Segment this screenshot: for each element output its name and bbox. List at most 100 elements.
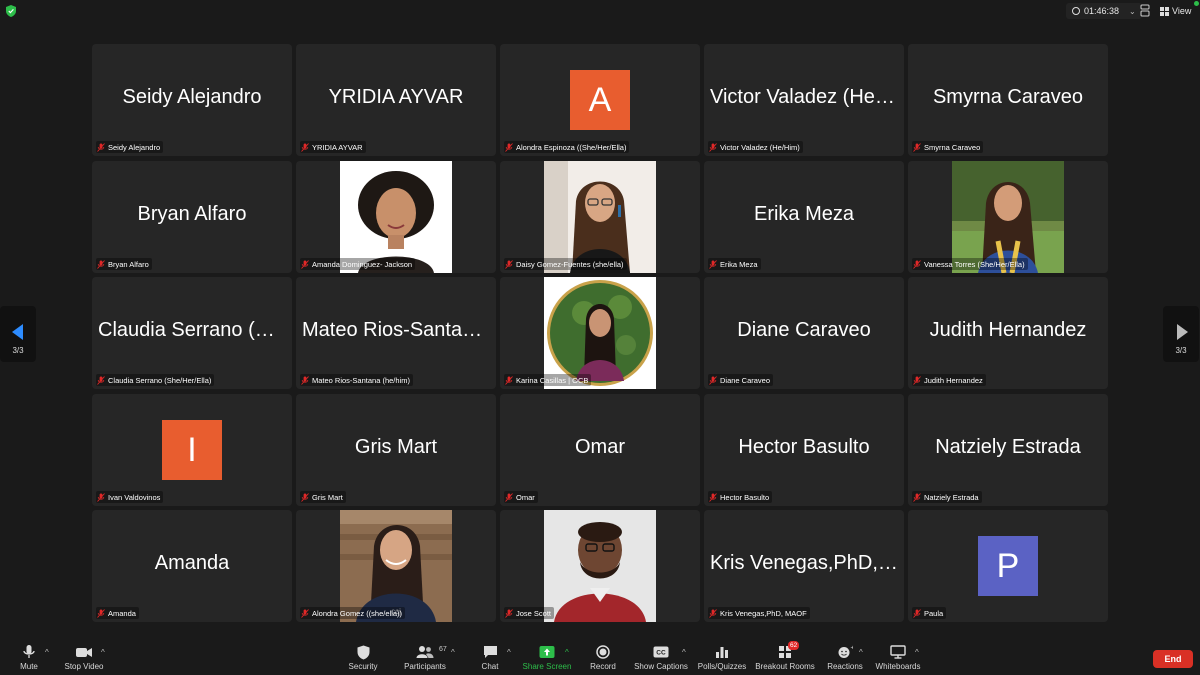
- muted-microphone-icon: [709, 492, 717, 502]
- participant-name-label: Vanessa Torres (She/Her/Ella): [912, 258, 1028, 270]
- participant-display-name: Seidy Alejandro: [122, 86, 262, 108]
- record-button[interactable]: Record: [588, 644, 618, 674]
- video-options-caret-icon[interactable]: ^: [101, 648, 105, 657]
- participant-name-label: Hector Basulto: [708, 491, 773, 503]
- woman-graduation-photo: [952, 161, 1064, 273]
- participant-tile[interactable]: Amanda Dominguez- Jackson: [296, 161, 496, 273]
- encryption-shield-icon[interactable]: [6, 5, 16, 17]
- mute-button[interactable]: Mute: [14, 644, 44, 674]
- participant-tile[interactable]: Kris Venegas,PhD, MAOF Kris Venegas,PhD, …: [704, 510, 904, 622]
- participant-display-name: Hector Basulto: [738, 436, 870, 458]
- whiteboards-caret-icon[interactable]: ^: [915, 648, 919, 657]
- previous-page-button[interactable]: 3/3: [0, 306, 36, 362]
- participant-tile[interactable]: A Alondra Espinoza ((She/Her/Ella): [500, 44, 700, 156]
- share-options-caret-icon[interactable]: ^: [565, 648, 569, 657]
- breakout-rooms-label: Breakout Rooms: [755, 662, 815, 671]
- participant-tile[interactable]: Claudia Serrano (She/Her/Ella) Claudia Se…: [92, 277, 292, 389]
- man-red-sweater-photo: [544, 510, 656, 622]
- polls-label: Polls/Quizzes: [697, 662, 747, 671]
- participant-tile[interactable]: Bryan Alfaro Bryan Alfaro: [92, 161, 292, 273]
- participant-display-name: Victor Valadez (He/Him): [710, 86, 898, 108]
- participant-name-text: Victor Valadez (He/Him): [720, 142, 800, 152]
- emoji-plus-icon: +: [835, 644, 855, 660]
- participant-name-text: Amanda: [108, 608, 136, 618]
- avatar-initial: P: [978, 536, 1038, 596]
- participant-name-label: Victor Valadez (He/Him): [708, 141, 803, 153]
- participant-tile[interactable]: Natziely Estrada Natziely Estrada: [908, 394, 1108, 506]
- participant-tile[interactable]: Seidy Alejandro Seidy Alejandro: [92, 44, 292, 156]
- chat-button[interactable]: Chat: [478, 644, 502, 674]
- microphone-icon: [19, 644, 39, 660]
- muted-microphone-icon: [301, 259, 309, 269]
- breakout-rooms-button[interactable]: 62 Breakout Rooms: [755, 641, 815, 674]
- next-page-button[interactable]: 3/3: [1163, 306, 1199, 362]
- participant-display-name: YRIDIA AYVAR: [328, 86, 464, 108]
- participant-tile[interactable]: Daisy Gomez-Fuentes (she/ella): [500, 161, 700, 273]
- participant-tile[interactable]: Victor Valadez (He/Him) Victor Valadez (H…: [704, 44, 904, 156]
- share-screen-label: Share Screen: [522, 662, 572, 671]
- participants-caret-icon[interactable]: ^: [451, 648, 455, 657]
- muted-microphone-icon: [709, 259, 717, 269]
- muted-microphone-icon: [97, 608, 105, 618]
- participant-tile[interactable]: Gris Mart Gris Mart: [296, 394, 496, 506]
- participant-tile[interactable]: Jose Scott: [500, 510, 700, 622]
- security-button[interactable]: Security: [346, 644, 380, 674]
- audio-options-caret-icon[interactable]: ^: [45, 648, 49, 657]
- participant-tile[interactable]: Diane Caraveo Diane Caraveo: [704, 277, 904, 389]
- arrow-right-icon: [1177, 324, 1188, 340]
- participant-tile[interactable]: P Paula: [908, 510, 1108, 622]
- participant-name-text: Gris Mart: [312, 492, 343, 502]
- participants-count: 67: [439, 646, 447, 653]
- muted-microphone-icon: [709, 375, 717, 385]
- participant-name-label: Jose Scott: [504, 607, 555, 619]
- participant-tile[interactable]: Mateo Rios-Santana (he/him) Mateo Rios-Sa…: [296, 277, 496, 389]
- participant-tile[interactable]: Smyrna Caraveo Smyrna Caraveo: [908, 44, 1108, 156]
- chat-caret-icon[interactable]: ^: [507, 648, 511, 657]
- participants-button[interactable]: 67 Participants: [402, 644, 448, 674]
- svg-text:+: +: [851, 646, 854, 652]
- participant-name-text: Diane Caraveo: [720, 375, 771, 385]
- participant-tile[interactable]: YRIDIA AYVAR YRIDIA AYVAR: [296, 44, 496, 156]
- end-meeting-button[interactable]: End: [1153, 650, 1193, 668]
- participant-tile[interactable]: ccj Alondra Gomez ((she/ella)): [296, 510, 496, 622]
- speaker-view-icon[interactable]: [1140, 4, 1150, 17]
- participant-tile[interactable]: Erika Meza Erika Meza: [704, 161, 904, 273]
- participant-name-text: Natziely Estrada: [924, 492, 979, 502]
- page-indicator-right: 3/3: [1175, 346, 1187, 355]
- muted-microphone-icon: [301, 375, 309, 385]
- participant-tile[interactable]: Judith Hernandez Judith Hernandez: [908, 277, 1108, 389]
- participant-name-text: Karina Casillas | OCB: [516, 375, 589, 385]
- polls-button[interactable]: Polls/Quizzes: [698, 644, 746, 674]
- participant-name-text: Daisy Gomez-Fuentes (she/ella): [516, 259, 624, 269]
- participant-tile[interactable]: Amanda Amanda: [92, 510, 292, 622]
- participant-name-label: Kris Venegas,PhD, MAOF: [708, 607, 810, 619]
- participant-name-text: Paula: [924, 608, 944, 618]
- participant-tile[interactable]: Omar Omar: [500, 394, 700, 506]
- chevron-down-icon: ⌄: [1129, 6, 1136, 16]
- meeting-timer[interactable]: 01:46:38 ⌄: [1066, 3, 1142, 19]
- view-button[interactable]: View: [1160, 3, 1191, 19]
- chat-label: Chat: [481, 662, 499, 671]
- participant-tile[interactable]: Vanessa Torres (She/Her/Ella): [908, 161, 1108, 273]
- reactions-caret-icon[interactable]: ^: [859, 648, 863, 657]
- view-label: View: [1172, 6, 1192, 16]
- svg-text:CC: CC: [656, 650, 666, 657]
- participant-name-text: Judith Hernandez: [924, 375, 983, 385]
- participant-display-name: Claudia Serrano (She/Her/Ella): [98, 319, 286, 341]
- participant-name-label: Karina Casillas | OCB: [504, 374, 592, 386]
- captions-caret-icon[interactable]: ^: [682, 648, 686, 657]
- participant-name-label: Seidy Alejandro: [96, 141, 164, 153]
- participant-tile[interactable]: Karina Casillas | OCB: [500, 277, 700, 389]
- participant-tile[interactable]: Hector Basulto Hector Basulto: [704, 394, 904, 506]
- muted-microphone-icon: [97, 375, 105, 385]
- participant-name-text: Ivan Valdovinos: [108, 492, 161, 502]
- muted-microphone-icon: [505, 259, 513, 269]
- stop-video-button[interactable]: Stop Video: [62, 644, 106, 674]
- whiteboards-button[interactable]: Whiteboards: [876, 644, 920, 674]
- participant-name-label: Natziely Estrada: [912, 491, 982, 503]
- participant-tile[interactable]: I Ivan Valdovinos: [92, 394, 292, 506]
- show-captions-button[interactable]: CC Show Captions: [634, 644, 688, 674]
- participant-name-text: Kris Venegas,PhD, MAOF: [720, 608, 807, 618]
- participant-display-name: Diane Caraveo: [737, 319, 871, 341]
- breakout-rooms-icon: 62: [775, 641, 800, 660]
